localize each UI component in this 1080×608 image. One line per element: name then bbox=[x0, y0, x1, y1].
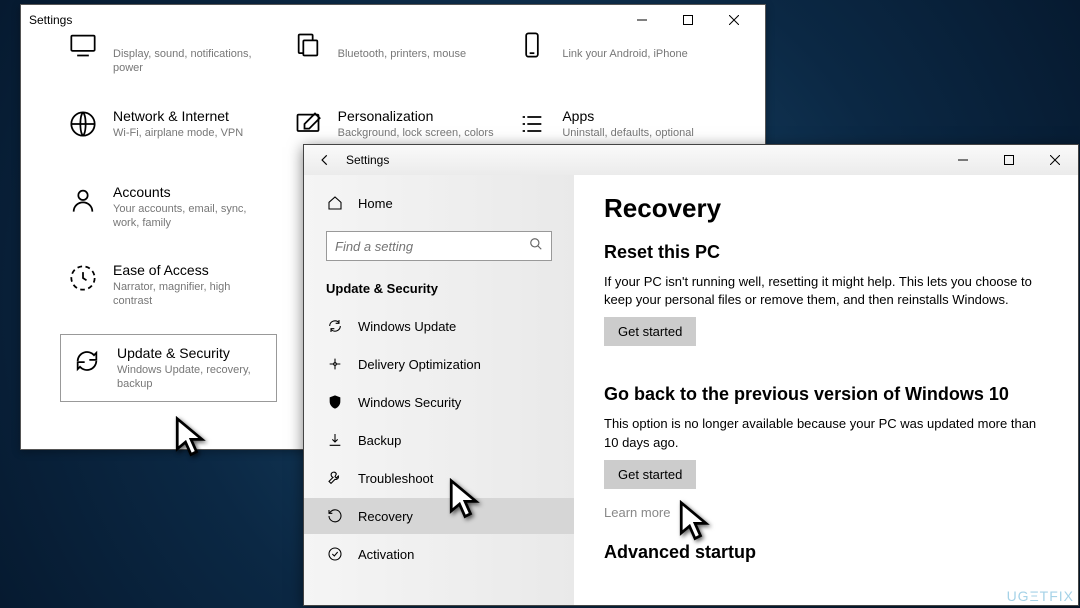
sidebar: Home Update & Security Windows Update De… bbox=[304, 175, 574, 605]
reset-get-started-button[interactable]: Get started bbox=[604, 317, 696, 346]
sidebar-home[interactable]: Home bbox=[304, 185, 574, 221]
tile-desc: Your accounts, email, sync, work, family bbox=[113, 202, 270, 231]
tile-accounts[interactable]: Accounts Your accounts, email, sync, wor… bbox=[61, 178, 276, 237]
delivery-icon bbox=[326, 355, 344, 373]
apps-icon bbox=[516, 108, 548, 140]
devices-icon bbox=[292, 29, 324, 61]
sidebar-item-label: Activation bbox=[358, 547, 414, 562]
sidebar-recovery[interactable]: Recovery bbox=[304, 498, 574, 534]
accounts-icon bbox=[67, 184, 99, 216]
sidebar-item-label: Windows Security bbox=[358, 395, 461, 410]
tile-desc: Background, lock screen, colors bbox=[338, 126, 494, 140]
section-heading: Reset this PC bbox=[604, 242, 1048, 263]
tile-desc: Uninstall, defaults, optional bbox=[562, 126, 693, 140]
close-button[interactable] bbox=[1032, 145, 1078, 175]
tile-label: Accounts bbox=[113, 184, 270, 200]
section-heading: Go back to the previous version of Windo… bbox=[604, 384, 1048, 405]
tile-desc: Link your Android, iPhone bbox=[562, 47, 687, 61]
advanced-startup-section: Advanced startup bbox=[604, 542, 1048, 563]
tile-update-security[interactable]: Update & Security Windows Update, recove… bbox=[61, 335, 276, 402]
tile-label: Apps bbox=[562, 108, 693, 124]
minimize-button[interactable] bbox=[940, 145, 986, 175]
sidebar-item-label: Recovery bbox=[358, 509, 413, 524]
watermark: UGΞTFIX bbox=[1007, 588, 1074, 604]
sidebar-troubleshoot[interactable]: Troubleshoot bbox=[304, 460, 574, 496]
tile-system[interactable]: System Display, sound, notifications, po… bbox=[61, 23, 276, 82]
sidebar-item-label: Windows Update bbox=[358, 319, 456, 334]
shield-icon bbox=[326, 393, 344, 411]
search-icon bbox=[529, 237, 543, 256]
tile-label: Update & Security bbox=[117, 345, 266, 361]
tile-desc: Bluetooth, printers, mouse bbox=[338, 47, 466, 61]
sidebar-windows-security[interactable]: Windows Security bbox=[304, 384, 574, 420]
titlebar: Settings bbox=[304, 145, 1078, 175]
page-title: Recovery bbox=[604, 193, 1048, 224]
ease-of-access-icon bbox=[67, 262, 99, 294]
personalization-icon bbox=[292, 108, 324, 140]
maximize-button[interactable] bbox=[986, 145, 1032, 175]
reset-pc-section: Reset this PC If your PC isn't running w… bbox=[604, 242, 1048, 362]
window-controls bbox=[940, 145, 1078, 175]
network-icon bbox=[67, 108, 99, 140]
main-content: Recovery Reset this PC If your PC isn't … bbox=[574, 175, 1078, 605]
tile-label: Ease of Access bbox=[113, 262, 270, 278]
sync-icon bbox=[326, 317, 344, 335]
update-security-icon bbox=[71, 345, 103, 377]
troubleshoot-icon bbox=[326, 469, 344, 487]
system-icon bbox=[67, 29, 99, 61]
sidebar-delivery-optimization[interactable]: Delivery Optimization bbox=[304, 346, 574, 382]
sidebar-item-label: Delivery Optimization bbox=[358, 357, 481, 372]
tile-label: Network & Internet bbox=[113, 108, 243, 124]
tile-desc: Display, sound, notifications, power bbox=[113, 47, 270, 76]
sidebar-item-label: Home bbox=[358, 196, 393, 211]
backup-icon bbox=[326, 431, 344, 449]
tile-desc: Narrator, magnifier, high contrast bbox=[113, 280, 270, 309]
recovery-icon bbox=[326, 507, 344, 525]
tile-ease-of-access[interactable]: Ease of Access Narrator, magnifier, high… bbox=[61, 256, 276, 315]
section-body: This option is no longer available becau… bbox=[604, 415, 1048, 451]
tile-devices[interactable]: Devices Bluetooth, printers, mouse bbox=[286, 23, 501, 82]
back-button[interactable] bbox=[314, 153, 336, 167]
phone-icon bbox=[516, 29, 548, 61]
tile-label: Personalization bbox=[338, 108, 494, 124]
tile-desc: Wi-Fi, airplane mode, VPN bbox=[113, 126, 243, 140]
goback-get-started-button[interactable]: Get started bbox=[604, 460, 696, 489]
go-back-section: Go back to the previous version of Windo… bbox=[604, 384, 1048, 519]
sidebar-windows-update[interactable]: Windows Update bbox=[304, 308, 574, 344]
sidebar-search[interactable] bbox=[326, 231, 552, 261]
tile-desc: Windows Update, recovery, backup bbox=[117, 363, 266, 392]
settings-recovery-window: Settings Home Update & Security bbox=[303, 144, 1079, 606]
sidebar-activation[interactable]: Activation bbox=[304, 536, 574, 572]
window-title: Settings bbox=[336, 153, 940, 167]
section-body: If your PC isn't running well, resetting… bbox=[604, 273, 1048, 309]
sidebar-backup[interactable]: Backup bbox=[304, 422, 574, 458]
section-heading: Advanced startup bbox=[604, 542, 1048, 563]
search-input[interactable] bbox=[335, 239, 501, 254]
sidebar-heading: Update & Security bbox=[304, 273, 574, 306]
home-icon bbox=[326, 194, 344, 212]
tile-phone[interactable]: Phone Link your Android, iPhone bbox=[510, 23, 725, 82]
tile-network[interactable]: Network & Internet Wi-Fi, airplane mode,… bbox=[61, 102, 276, 158]
sidebar-item-label: Troubleshoot bbox=[358, 471, 433, 486]
learn-more-link[interactable]: Learn more bbox=[604, 505, 1048, 520]
activation-icon bbox=[326, 545, 344, 563]
sidebar-item-label: Backup bbox=[358, 433, 401, 448]
